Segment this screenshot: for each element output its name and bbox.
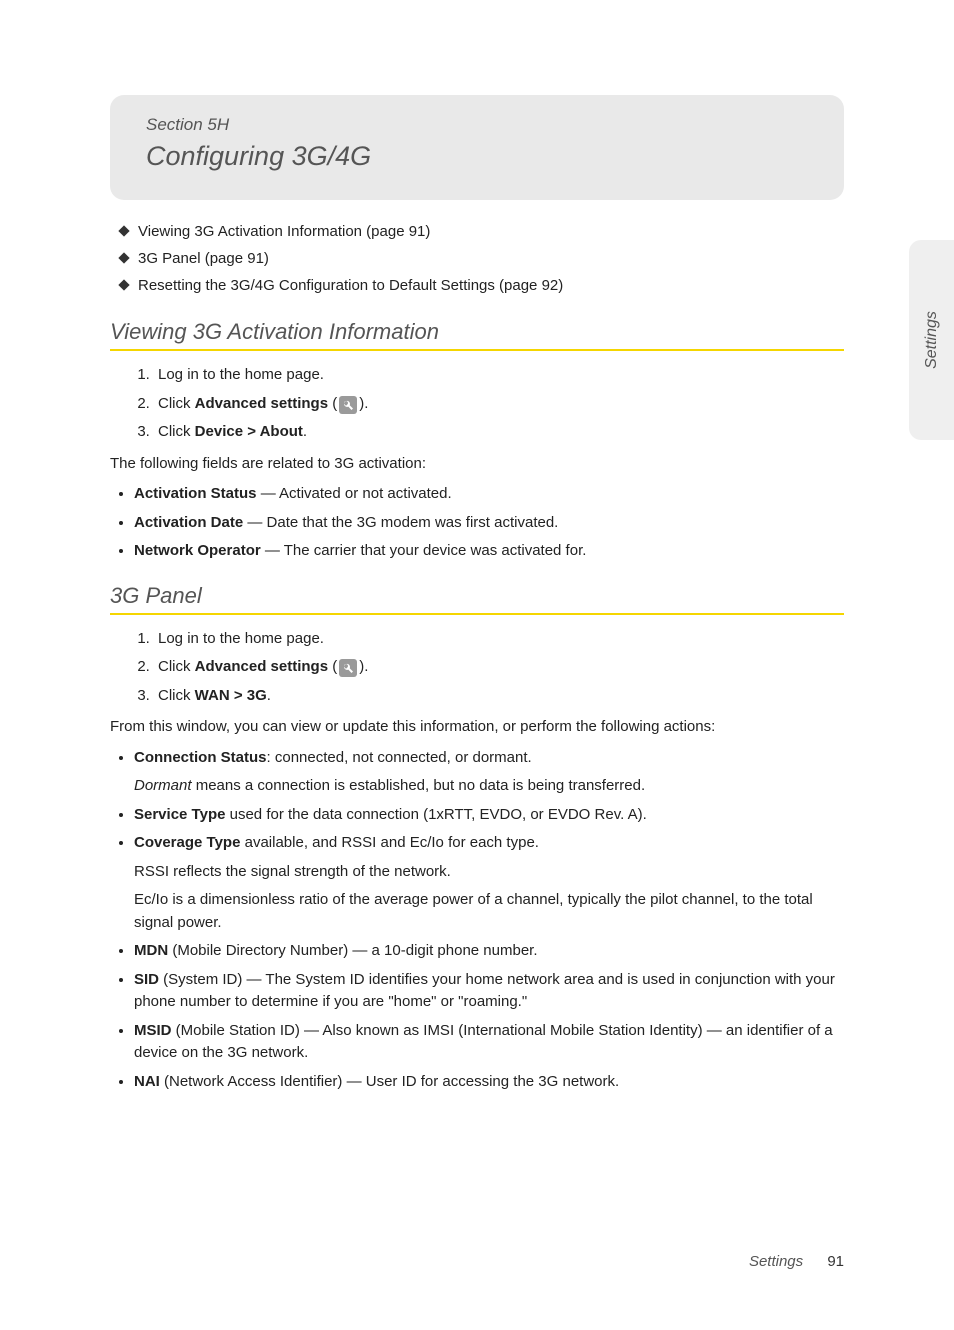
- step-text: (: [328, 395, 337, 412]
- definition: available, and RSSI and Ec/Io for each t…: [240, 834, 539, 851]
- step-text: ).: [359, 658, 368, 675]
- toc-item: Resetting the 3G/4G Configuration to Def…: [120, 272, 844, 299]
- step-bold: Device > About: [195, 423, 303, 440]
- term: Service Type: [134, 806, 225, 823]
- list-item: Activation Status — Activated or not act…: [134, 483, 844, 506]
- step: Click Advanced settings ().: [154, 390, 844, 419]
- definition: used for the data connection (1xRTT, EVD…: [225, 806, 646, 823]
- steps-viewing-3g: Log in to the home page. Click Advanced …: [110, 361, 844, 447]
- list-item: SID (System ID) — The System ID identifi…: [134, 969, 844, 1014]
- list-item: NAI (Network Access Identifier) — User I…: [134, 1071, 844, 1094]
- footer-chapter: Settings: [749, 1253, 803, 1270]
- list-item: MDN (Mobile Directory Number) — a 10-dig…: [134, 940, 844, 963]
- wrench-icon: [339, 659, 357, 677]
- side-tab: Settings: [909, 240, 954, 440]
- step-bold: WAN > 3G: [195, 687, 267, 704]
- list-item: Service Type used for the data connectio…: [134, 804, 844, 827]
- step: Click Advanced settings ().: [154, 653, 844, 682]
- term: Activation Date: [134, 514, 243, 531]
- list-item: Connection Status: connected, not connec…: [134, 747, 844, 798]
- definition: — Activated or not activated.: [257, 485, 452, 502]
- step-text: ).: [359, 395, 368, 412]
- step: Log in to the home page.: [154, 625, 844, 654]
- term: Coverage Type: [134, 834, 240, 851]
- intro-text: From this window, you can view or update…: [110, 716, 844, 739]
- step: Click WAN > 3G.: [154, 682, 844, 711]
- section-title: Configuring 3G/4G: [146, 141, 816, 172]
- step-text: Log in to the home page.: [158, 366, 324, 383]
- definition: (Mobile Directory Number) — a 10-digit p…: [168, 942, 537, 959]
- definition: — Date that the 3G modem was first activ…: [243, 514, 558, 531]
- list-item: MSID (Mobile Station ID) — Also known as…: [134, 1020, 844, 1065]
- list-item: Network Operator — The carrier that your…: [134, 540, 844, 563]
- step-text: Click: [158, 395, 195, 412]
- toc-item: 3G Panel (page 91): [120, 245, 844, 272]
- note: Ec/Io is a dimensionless ratio of the av…: [134, 889, 844, 934]
- step-text: Click: [158, 687, 195, 704]
- term: MSID: [134, 1022, 172, 1039]
- step-text: Log in to the home page.: [158, 630, 324, 647]
- toc-text: Resetting the 3G/4G Configuration to Def…: [138, 277, 563, 294]
- footer-page-number: 91: [827, 1253, 844, 1270]
- definition: (Network Access Identifier) — User ID fo…: [160, 1073, 619, 1090]
- toc-text: 3G Panel (page 91): [138, 250, 269, 267]
- definition: — The carrier that your device was activ…: [261, 542, 587, 559]
- term: NAI: [134, 1073, 160, 1090]
- step-text: .: [303, 423, 307, 440]
- page-footer: Settings 91: [749, 1253, 844, 1270]
- steps-3g-panel: Log in to the home page. Click Advanced …: [110, 625, 844, 711]
- note: Dormant means a connection is establishe…: [134, 775, 844, 798]
- term: Activation Status: [134, 485, 257, 502]
- list-item: Activation Date — Date that the 3G modem…: [134, 512, 844, 535]
- page: Settings Section 5H Configuring 3G/4G Vi…: [0, 95, 954, 1330]
- step-text: (: [328, 658, 337, 675]
- definition: (System ID) — The System ID identifies y…: [134, 971, 835, 1011]
- step: Click Device > About.: [154, 418, 844, 447]
- toc-item: Viewing 3G Activation Information (page …: [120, 218, 844, 245]
- list-item: Coverage Type available, and RSSI and Ec…: [134, 832, 844, 934]
- step: Log in to the home page.: [154, 361, 844, 390]
- term: SID: [134, 971, 159, 988]
- step-text: Click: [158, 423, 195, 440]
- intro-text: The following fields are related to 3G a…: [110, 453, 844, 476]
- step-bold: Advanced settings: [195, 658, 328, 675]
- step-text: Click: [158, 658, 195, 675]
- toc-text: Viewing 3G Activation Information (page …: [138, 223, 430, 240]
- term: Connection Status: [134, 749, 267, 766]
- diamond-icon: [118, 279, 129, 290]
- wrench-icon: [339, 396, 357, 414]
- note: RSSI reflects the signal strength of the…: [134, 861, 844, 884]
- section-header: Section 5H Configuring 3G/4G: [110, 95, 844, 200]
- section-label: Section 5H: [146, 115, 816, 135]
- heading-viewing-3g: Viewing 3G Activation Information: [110, 319, 844, 351]
- step-text: .: [267, 687, 271, 704]
- diamond-icon: [118, 252, 129, 263]
- note-em: Dormant: [134, 777, 192, 794]
- definition: : connected, not connected, or dormant.: [267, 749, 532, 766]
- term: Network Operator: [134, 542, 261, 559]
- heading-3g-panel: 3G Panel: [110, 583, 844, 615]
- definition: (Mobile Station ID) — Also known as IMSI…: [134, 1022, 833, 1062]
- bullet-list: Connection Status: connected, not connec…: [110, 747, 844, 1094]
- bullet-list: Activation Status — Activated or not act…: [110, 483, 844, 563]
- side-tab-label: Settings: [923, 311, 941, 369]
- toc-list: Viewing 3G Activation Information (page …: [120, 218, 844, 299]
- diamond-icon: [118, 225, 129, 236]
- step-bold: Advanced settings: [195, 395, 328, 412]
- note-text: means a connection is established, but n…: [192, 777, 646, 794]
- term: MDN: [134, 942, 168, 959]
